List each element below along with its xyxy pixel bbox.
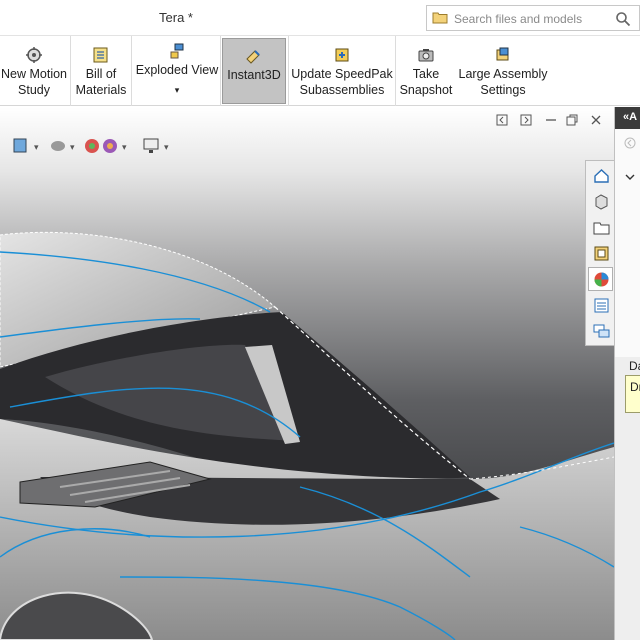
panel-content <box>615 129 640 357</box>
instant3d-label: Instant3D <box>227 68 281 82</box>
new-motion-study-label: New Motion Study <box>1 67 67 97</box>
instant3d-icon <box>246 50 260 64</box>
ribbon-divider <box>288 36 289 106</box>
new-motion-study-button[interactable]: New Motion Study <box>0 38 68 104</box>
tab-forum[interactable] <box>588 319 613 343</box>
panel-header[interactable]: «A <box>615 107 640 129</box>
tab-file-explorer[interactable] <box>588 215 613 239</box>
restore-icon[interactable] <box>495 113 509 127</box>
car-model-render[interactable] <box>0 107 614 640</box>
exploded-view-label: Exploded View <box>135 63 219 77</box>
home-icon <box>594 169 609 183</box>
svg-text:▾: ▾ <box>164 143 169 153</box>
take-snapshot-button[interactable]: Take Snapshot <box>397 38 455 104</box>
large-assembly-icon <box>496 47 509 61</box>
hide-show-icon[interactable] <box>51 141 65 151</box>
heads-up-view-toolbar: ▾ ▾ ▾ ▾ <box>13 138 169 153</box>
search-icon[interactable] <box>615 11 631 27</box>
large-assembly-settings-button[interactable]: Large Assembly Settings <box>456 38 550 104</box>
tab-custom-properties[interactable] <box>588 293 613 317</box>
exploded-view-dropdown-icon[interactable]: ▾ <box>134 82 220 98</box>
display-monitor-icon[interactable] <box>143 138 159 153</box>
take-snapshot-label: Take Snapshot <box>399 67 453 97</box>
view-orientation-icon[interactable] <box>13 138 27 153</box>
command-manager-ribbon: New Motion Study Bill of Materials Explo… <box>0 36 640 106</box>
large-assembly-settings-label: Large Assembly Settings <box>458 67 548 97</box>
tile-icon[interactable] <box>519 113 533 127</box>
bill-of-materials-label: Bill of Materials <box>75 67 127 97</box>
panel-label: Da <box>629 359 640 373</box>
panel-note: Dr <box>625 375 640 413</box>
scene-icon[interactable] <box>103 139 117 153</box>
edit-appearance-icon[interactable] <box>85 139 99 153</box>
svg-text:▾: ▾ <box>70 143 75 153</box>
window-title: Tera * <box>159 10 193 25</box>
back-arrow-icon[interactable] <box>624 137 636 149</box>
maximize-icon[interactable] <box>565 113 579 127</box>
custom-properties-icon <box>594 298 609 313</box>
view-palette-icon <box>594 246 609 261</box>
tab-view-palette[interactable] <box>588 241 613 265</box>
minimize-icon[interactable] <box>544 113 558 127</box>
design-library-icon <box>595 194 608 210</box>
update-speedpak-label: Update SpeedPak Subassemblies <box>291 67 393 97</box>
graphics-area[interactable]: ▾ ▾ ▾ ▾ <box>0 107 614 640</box>
bill-of-materials-button[interactable]: Bill of Materials <box>72 38 130 104</box>
close-icon[interactable] <box>589 113 603 127</box>
motion-study-icon <box>26 47 42 63</box>
tab-design-library[interactable] <box>588 189 613 213</box>
ribbon-divider <box>131 36 132 106</box>
task-pane-tabs <box>585 160 614 346</box>
tab-home[interactable] <box>588 163 613 187</box>
instant3d-button[interactable]: Instant3D <box>222 38 286 104</box>
file-explorer-icon <box>593 222 610 235</box>
tab-appearances[interactable] <box>588 267 613 291</box>
camera-icon <box>418 49 434 62</box>
svg-text:▾: ▾ <box>122 143 127 153</box>
speedpak-icon <box>335 48 349 62</box>
title-bar: Tera * Search files and models <box>0 0 640 36</box>
right-side-panel: «A Da Dr <box>614 107 640 640</box>
search-box[interactable]: Search files and models <box>426 5 640 31</box>
exploded-view-button[interactable]: Exploded View ▾ <box>134 38 220 104</box>
folder-icon[interactable] <box>432 11 448 24</box>
svg-text:▾: ▾ <box>34 143 39 153</box>
bom-icon <box>93 47 108 63</box>
forum-icon <box>593 324 610 338</box>
chevron-down-icon[interactable] <box>625 172 635 182</box>
ribbon-divider <box>220 36 221 106</box>
exploded-view-icon <box>170 43 184 59</box>
ribbon-divider <box>395 36 396 106</box>
ribbon-divider <box>70 36 71 106</box>
update-speedpak-button[interactable]: Update SpeedPak Subassemblies <box>290 38 394 104</box>
search-input[interactable]: Search files and models <box>454 12 582 26</box>
appearances-icon <box>594 272 609 287</box>
